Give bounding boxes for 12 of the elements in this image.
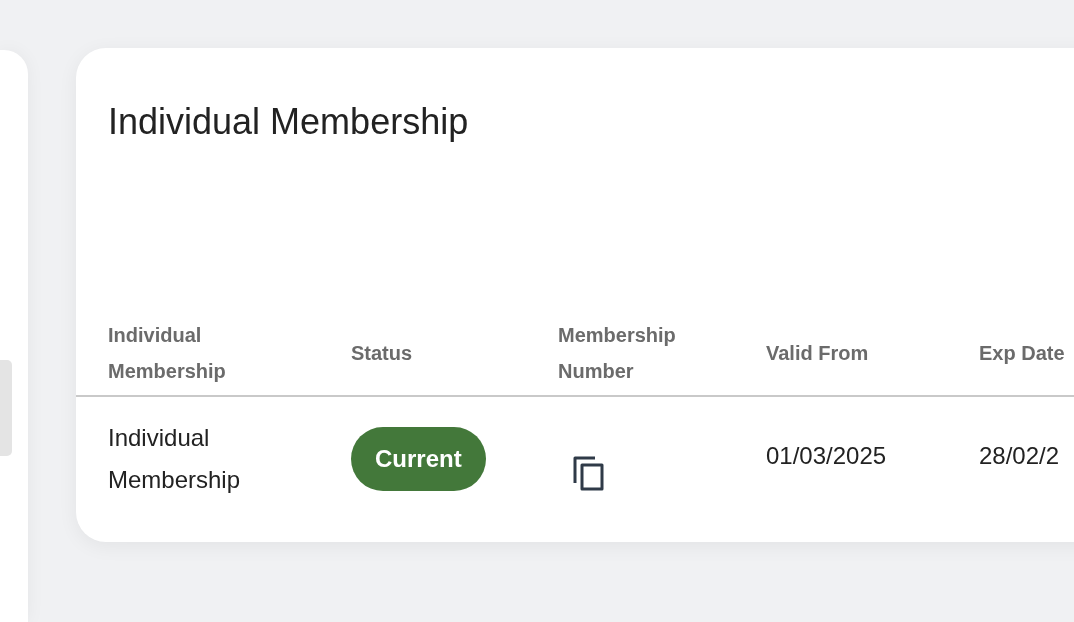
scrollbar-thumb[interactable] (0, 360, 12, 456)
table-cell-text: 01/03/2025 (766, 441, 888, 472)
column-header: Valid From (766, 341, 870, 367)
copy-button[interactable] (572, 455, 606, 492)
status-badge: Current (351, 427, 486, 492)
column-header: Status (351, 341, 414, 367)
table-cell-text: Individual Membership (108, 423, 242, 496)
table-cell-text: 28/02/2 (979, 441, 1061, 472)
card-title: Individual Membership (108, 100, 470, 144)
column-header: Membership Number (558, 323, 677, 385)
column-header: Exp Date (979, 341, 1066, 367)
column-header: Individual Membership (108, 323, 227, 385)
